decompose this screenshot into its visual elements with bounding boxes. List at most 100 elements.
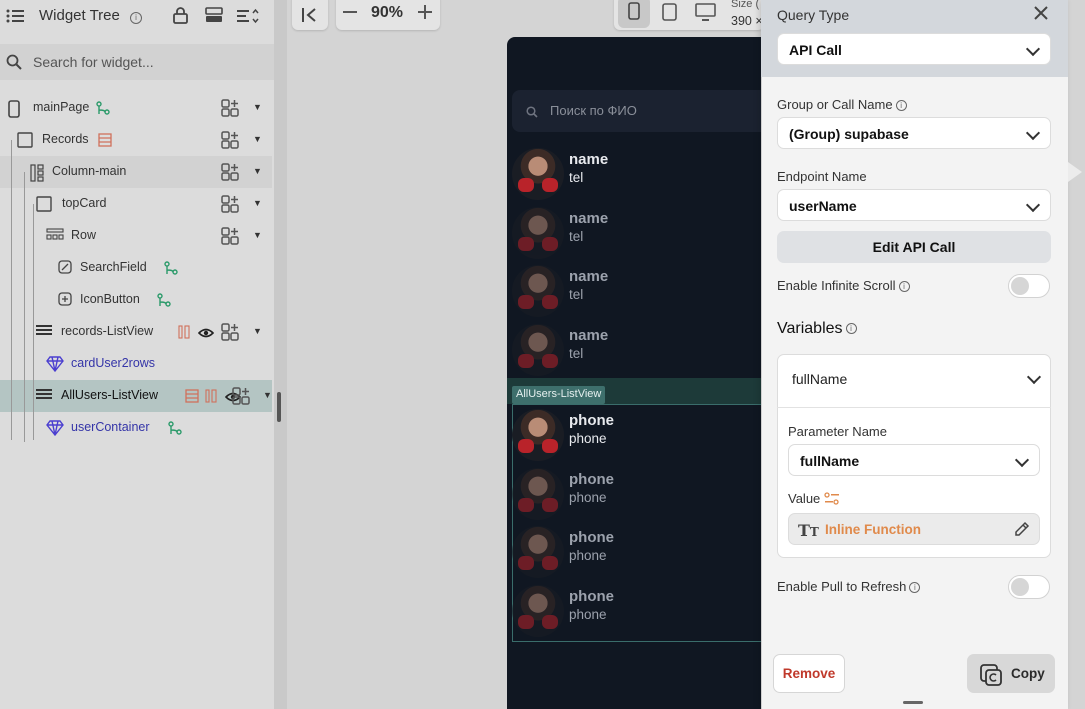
- close-icon[interactable]: [1034, 6, 1048, 25]
- expand-caret-icon[interactable]: ▼: [253, 326, 262, 336]
- expand-caret-icon[interactable]: ▼: [263, 390, 272, 400]
- item-name: name: [569, 209, 609, 227]
- info-icon[interactable]: i: [845, 323, 857, 335]
- tree-node[interactable]: Row ▼: [0, 220, 274, 252]
- chevron-down-icon: [1014, 452, 1030, 468]
- info-icon[interactable]: i: [895, 100, 907, 112]
- expand-caret-icon[interactable]: ▼: [253, 166, 262, 176]
- tree-node[interactable]: records-ListView ▼: [0, 316, 274, 348]
- zoom-out-icon[interactable]: [343, 11, 357, 13]
- info-icon[interactable]: i: [898, 281, 910, 293]
- tree-node[interactable]: AllUsers-ListView ▼: [0, 380, 272, 412]
- sort-icon[interactable]: [237, 8, 259, 29]
- endpoint-select[interactable]: userName: [777, 189, 1051, 221]
- list-item[interactable]: name tel: [512, 145, 762, 201]
- inline-function-field[interactable]: TT Inline Function: [788, 513, 1040, 545]
- tree-node-label: userContainer: [71, 420, 150, 434]
- group-call-select[interactable]: (Group) supabase: [777, 117, 1051, 149]
- tree-node-label: Column-main: [52, 164, 127, 178]
- storage-icon[interactable]: [205, 7, 223, 29]
- add-child-icon[interactable]: [221, 163, 239, 181]
- tree-node[interactable]: topCard ▼: [0, 188, 274, 220]
- pull-refresh-label: Enable Pull to Refresh i: [777, 579, 921, 594]
- add-child-icon[interactable]: [221, 99, 239, 117]
- tree-node[interactable]: userContainer: [0, 412, 274, 444]
- desktop-device-icon[interactable]: [695, 3, 716, 27]
- variable-header[interactable]: fullName: [777, 354, 1051, 408]
- column-icon[interactable]: [178, 325, 190, 344]
- container-icon: [17, 132, 33, 148]
- infinite-scroll-label: Enable Infinite Scroll i: [777, 278, 910, 293]
- pull-refresh-toggle[interactable]: [1008, 575, 1050, 599]
- parameter-name-label: Parameter Name: [788, 424, 887, 439]
- tree-node[interactable]: IconButton: [0, 284, 274, 316]
- collapse-panel-button[interactable]: [292, 0, 328, 30]
- tree-node[interactable]: mainPage ▼: [0, 92, 274, 124]
- add-child-icon[interactable]: [221, 131, 239, 149]
- item-name: phone: [569, 587, 614, 605]
- lock-icon[interactable]: [173, 7, 188, 29]
- records-icon[interactable]: [184, 389, 199, 408]
- visibility-eye-icon[interactable]: [197, 326, 214, 344]
- item-name: name: [569, 326, 609, 344]
- widget-search-placeholder: Search for widget...: [33, 54, 154, 70]
- expand-caret-icon[interactable]: ▼: [253, 134, 262, 144]
- tree-node[interactable]: SearchField: [0, 252, 274, 284]
- expand-caret-icon[interactable]: ▼: [253, 198, 262, 208]
- info-icon[interactable]: i: [909, 582, 921, 594]
- tree-guide-line: [24, 172, 25, 442]
- copy-button-label: Copy: [1011, 666, 1045, 681]
- tree-scrollbar[interactable]: [277, 392, 281, 422]
- list-item[interactable]: name tel: [512, 204, 762, 260]
- chevron-down-icon: [1025, 125, 1041, 141]
- info-icon[interactable]: i: [127, 9, 142, 27]
- tree-menu-icon[interactable]: [6, 8, 24, 24]
- connection-icon[interactable]: [167, 420, 183, 441]
- list-item[interactable]: phone phone: [512, 582, 762, 638]
- tree-node[interactable]: cardUser2rows: [0, 348, 274, 380]
- infinite-scroll-toggle[interactable]: [1008, 274, 1050, 298]
- column-icon: [30, 164, 44, 182]
- avatar: [512, 323, 564, 376]
- copy-button[interactable]: Copy: [967, 654, 1055, 693]
- tablet-device-icon[interactable]: [662, 3, 677, 26]
- list-item[interactable]: name tel: [512, 262, 762, 318]
- column-icon[interactable]: [205, 389, 217, 408]
- connection-icon[interactable]: [163, 260, 179, 281]
- resize-handle[interactable]: [903, 701, 923, 704]
- list-item[interactable]: name tel: [512, 321, 762, 377]
- avatar: [512, 148, 564, 200]
- add-child-icon[interactable]: [221, 227, 239, 245]
- item-phone: tel: [569, 345, 584, 361]
- allusers-listview-tag[interactable]: AllUsers-ListView: [512, 386, 606, 404]
- parameter-name-select[interactable]: fullName: [788, 444, 1040, 476]
- remove-button[interactable]: Remove: [773, 654, 845, 693]
- item-phone: phone: [569, 431, 607, 446]
- expand-caret-icon[interactable]: ▼: [253, 230, 262, 240]
- component-icon: [46, 420, 64, 436]
- avatar: [512, 526, 564, 578]
- add-child-icon[interactable]: [221, 323, 239, 341]
- tree-node[interactable]: Column-main ▼: [0, 156, 272, 188]
- zoom-in-icon[interactable]: [418, 5, 432, 19]
- widget-search-input[interactable]: Search for widget...: [0, 44, 274, 80]
- records-icon[interactable]: [97, 133, 112, 152]
- list-item[interactable]: phone phone: [512, 406, 762, 462]
- canvas-search-field[interactable]: Поиск по ФИО: [512, 90, 767, 132]
- tree-node[interactable]: Records ▼: [0, 124, 274, 156]
- connection-icon[interactable]: [95, 100, 111, 121]
- list-item[interactable]: phone phone: [512, 523, 762, 579]
- add-child-icon[interactable]: [221, 195, 239, 213]
- edit-api-call-button[interactable]: Edit API Call: [777, 231, 1051, 263]
- zoom-level[interactable]: 90%: [371, 4, 403, 22]
- panel-divider[interactable]: [274, 0, 287, 709]
- edit-pencil-icon[interactable]: [1013, 521, 1030, 543]
- expand-caret-icon[interactable]: ▼: [253, 102, 262, 112]
- connection-icon[interactable]: [156, 292, 172, 313]
- add-child-icon[interactable]: [232, 387, 250, 405]
- variable-source-icon[interactable]: [824, 492, 840, 511]
- query-type-select[interactable]: API Call: [777, 33, 1051, 65]
- size-value: 390 ×: [731, 14, 763, 28]
- list-item[interactable]: phone phone: [512, 465, 762, 521]
- mobile-device-button[interactable]: [618, 0, 650, 28]
